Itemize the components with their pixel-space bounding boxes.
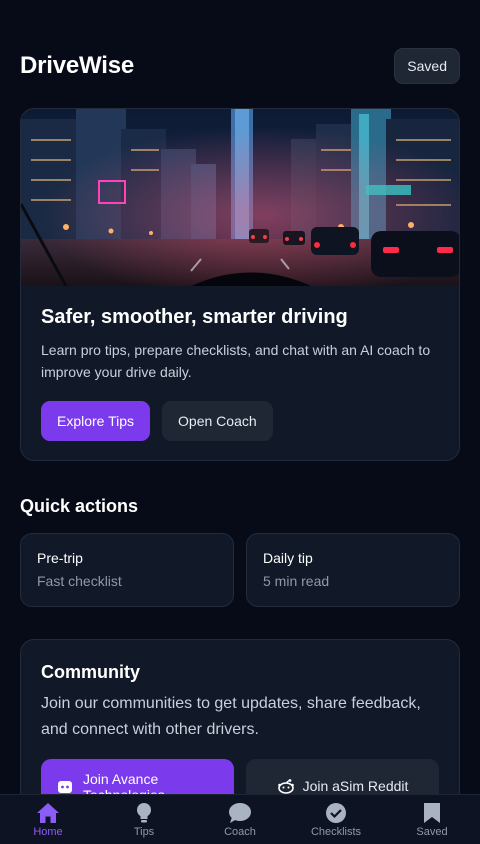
hero-card: Safer, smoother, smarter driving Learn p… [20, 108, 460, 461]
quick-action-subtitle: 5 min read [263, 573, 330, 589]
quick-action-title: Daily tip [263, 550, 313, 566]
discord-icon [58, 781, 72, 793]
tab-label: Tips [133, 825, 155, 838]
tab-label: Checklists [310, 825, 362, 838]
tab-home[interactable]: Home [0, 802, 96, 838]
open-coach-button[interactable]: Open Coach [162, 401, 273, 441]
hero-description: Learn pro tips, prepare checklists, and … [41, 342, 431, 380]
tab-saved[interactable]: Saved [384, 802, 480, 838]
hero-title: Safer, smoother, smarter driving [41, 306, 348, 328]
app-header: DriveWise Saved [20, 48, 460, 84]
tab-coach[interactable]: Coach [192, 802, 288, 838]
explore-tips-button[interactable]: Explore Tips [41, 401, 151, 441]
tab-label: Saved [416, 825, 448, 838]
bookmark-icon [424, 802, 440, 823]
tab-checklists[interactable]: Checklists [288, 802, 384, 838]
reddit-icon [277, 779, 294, 794]
lightbulb-icon [137, 802, 151, 822]
app-title: DriveWise [20, 52, 135, 79]
quick-action-title: Pre-trip [37, 550, 83, 566]
quick-action-daily-tip[interactable]: Daily tip 5 min read [246, 533, 460, 607]
community-title: Community [41, 662, 140, 682]
quick-action-pre-trip[interactable]: Pre-trip Fast checklist [20, 533, 234, 607]
home-icon [37, 802, 59, 823]
quick-actions-title: Quick actions [20, 496, 139, 516]
community-description: Join our communities to get updates, sha… [41, 695, 421, 738]
quick-action-subtitle: Fast checklist [37, 573, 122, 589]
check-badge-icon [326, 802, 346, 823]
saved-button[interactable]: Saved [394, 48, 460, 84]
chat-icon [229, 802, 251, 823]
tab-label: Home [33, 825, 63, 838]
bottom-tab-bar: Home Tips Coach Checklists Saved [0, 794, 480, 844]
tab-label: Coach [224, 825, 256, 838]
hero-image [21, 109, 459, 286]
quick-actions-grid: Pre-trip Fast checklist Daily tip 5 min … [20, 533, 460, 607]
reddit-button-label: Join aSim Reddit [302, 778, 409, 794]
tab-tips[interactable]: Tips [96, 802, 192, 838]
